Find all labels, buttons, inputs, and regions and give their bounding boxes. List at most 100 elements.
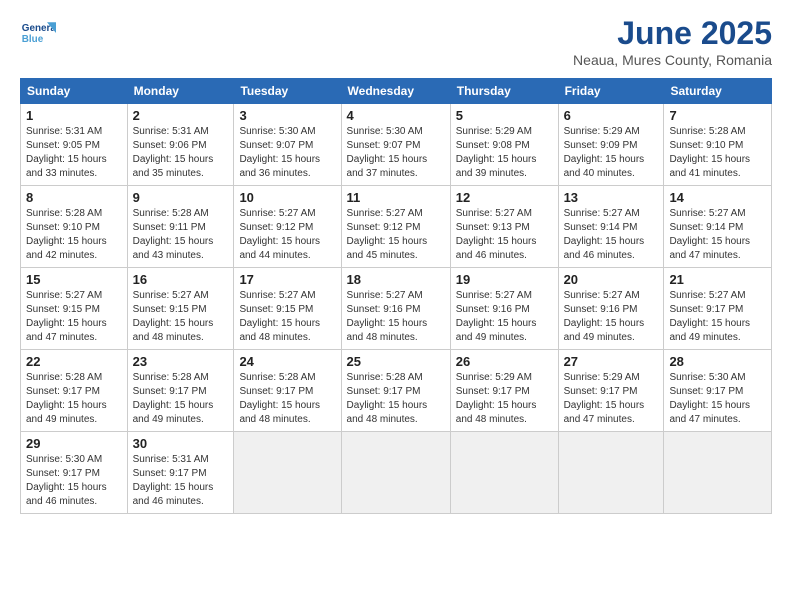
calendar-cell: 26 Sunrise: 5:29 AM Sunset: 9:17 PM Dayl…	[450, 350, 558, 432]
daylight-label: Daylight: 15 hours and 40 minutes.	[564, 154, 645, 179]
daylight-label: Daylight: 15 hours and 48 minutes.	[347, 318, 428, 343]
day-info: Sunrise: 5:28 AM Sunset: 9:10 PM Dayligh…	[26, 207, 122, 263]
day-info: Sunrise: 5:30 AM Sunset: 9:07 PM Dayligh…	[239, 125, 335, 181]
day-number: 12	[456, 190, 553, 205]
day-number: 20	[564, 272, 659, 287]
sunrise-label: Sunrise: 5:27 AM	[564, 290, 640, 301]
day-info: Sunrise: 5:30 AM Sunset: 9:17 PM Dayligh…	[669, 371, 766, 427]
day-number: 13	[564, 190, 659, 205]
sunrise-label: Sunrise: 5:27 AM	[239, 290, 315, 301]
calendar-cell: 13 Sunrise: 5:27 AM Sunset: 9:14 PM Dayl…	[558, 186, 664, 268]
day-number: 29	[26, 436, 122, 451]
calendar-cell: 18 Sunrise: 5:27 AM Sunset: 9:16 PM Dayl…	[341, 268, 450, 350]
sunset-label: Sunset: 9:13 PM	[456, 222, 530, 233]
daylight-label: Daylight: 15 hours and 35 minutes.	[133, 154, 214, 179]
sunrise-label: Sunrise: 5:27 AM	[347, 208, 423, 219]
day-number: 27	[564, 354, 659, 369]
day-number: 25	[347, 354, 445, 369]
title-block: June 2025 Neaua, Mures County, Romania	[573, 15, 772, 68]
calendar-cell: 5 Sunrise: 5:29 AM Sunset: 9:08 PM Dayli…	[450, 104, 558, 186]
daylight-label: Daylight: 15 hours and 46 minutes.	[564, 236, 645, 261]
calendar-cell	[450, 432, 558, 514]
calendar-cell: 15 Sunrise: 5:27 AM Sunset: 9:15 PM Dayl…	[21, 268, 128, 350]
page: General Blue June 2025 Neaua, Mures Coun…	[0, 0, 792, 612]
week-row-3: 15 Sunrise: 5:27 AM Sunset: 9:15 PM Dayl…	[21, 268, 772, 350]
sunrise-label: Sunrise: 5:29 AM	[564, 126, 640, 137]
daylight-label: Daylight: 15 hours and 44 minutes.	[239, 236, 320, 261]
calendar-cell: 3 Sunrise: 5:30 AM Sunset: 9:07 PM Dayli…	[234, 104, 341, 186]
day-number: 4	[347, 108, 445, 123]
calendar-cell: 17 Sunrise: 5:27 AM Sunset: 9:15 PM Dayl…	[234, 268, 341, 350]
sunrise-label: Sunrise: 5:27 AM	[133, 290, 209, 301]
sunset-label: Sunset: 9:17 PM	[133, 386, 207, 397]
calendar-cell: 10 Sunrise: 5:27 AM Sunset: 9:12 PM Dayl…	[234, 186, 341, 268]
day-number: 16	[133, 272, 229, 287]
day-info: Sunrise: 5:31 AM Sunset: 9:05 PM Dayligh…	[26, 125, 122, 181]
sunset-label: Sunset: 9:07 PM	[239, 140, 313, 151]
daylight-label: Daylight: 15 hours and 48 minutes.	[239, 400, 320, 425]
col-tuesday: Tuesday	[234, 79, 341, 104]
sunrise-label: Sunrise: 5:27 AM	[26, 290, 102, 301]
sunrise-label: Sunrise: 5:30 AM	[239, 126, 315, 137]
sunset-label: Sunset: 9:09 PM	[564, 140, 638, 151]
daylight-label: Daylight: 15 hours and 48 minutes.	[239, 318, 320, 343]
calendar-cell	[234, 432, 341, 514]
daylight-label: Daylight: 15 hours and 47 minutes.	[669, 236, 750, 261]
sunset-label: Sunset: 9:05 PM	[26, 140, 100, 151]
calendar-cell: 21 Sunrise: 5:27 AM Sunset: 9:17 PM Dayl…	[664, 268, 772, 350]
sunset-label: Sunset: 9:12 PM	[347, 222, 421, 233]
daylight-label: Daylight: 15 hours and 37 minutes.	[347, 154, 428, 179]
day-info: Sunrise: 5:28 AM Sunset: 9:17 PM Dayligh…	[26, 371, 122, 427]
daylight-label: Daylight: 15 hours and 41 minutes.	[669, 154, 750, 179]
sunset-label: Sunset: 9:17 PM	[669, 386, 743, 397]
week-row-1: 1 Sunrise: 5:31 AM Sunset: 9:05 PM Dayli…	[21, 104, 772, 186]
logo-icon: General Blue	[20, 15, 56, 51]
day-info: Sunrise: 5:28 AM Sunset: 9:11 PM Dayligh…	[133, 207, 229, 263]
day-info: Sunrise: 5:27 AM Sunset: 9:15 PM Dayligh…	[133, 289, 229, 345]
sunset-label: Sunset: 9:15 PM	[133, 304, 207, 315]
calendar-cell: 2 Sunrise: 5:31 AM Sunset: 9:06 PM Dayli…	[127, 104, 234, 186]
sunset-label: Sunset: 9:16 PM	[347, 304, 421, 315]
calendar-cell: 1 Sunrise: 5:31 AM Sunset: 9:05 PM Dayli…	[21, 104, 128, 186]
sunrise-label: Sunrise: 5:28 AM	[133, 372, 209, 383]
day-info: Sunrise: 5:28 AM Sunset: 9:10 PM Dayligh…	[669, 125, 766, 181]
calendar-cell: 16 Sunrise: 5:27 AM Sunset: 9:15 PM Dayl…	[127, 268, 234, 350]
day-info: Sunrise: 5:31 AM Sunset: 9:17 PM Dayligh…	[133, 453, 229, 509]
day-info: Sunrise: 5:28 AM Sunset: 9:17 PM Dayligh…	[347, 371, 445, 427]
calendar-cell	[341, 432, 450, 514]
day-number: 8	[26, 190, 122, 205]
day-number: 5	[456, 108, 553, 123]
day-info: Sunrise: 5:27 AM Sunset: 9:17 PM Dayligh…	[669, 289, 766, 345]
sunrise-label: Sunrise: 5:27 AM	[456, 208, 532, 219]
day-number: 14	[669, 190, 766, 205]
sunrise-label: Sunrise: 5:31 AM	[133, 126, 209, 137]
sunrise-label: Sunrise: 5:27 AM	[239, 208, 315, 219]
sunrise-label: Sunrise: 5:31 AM	[26, 126, 102, 137]
sunrise-label: Sunrise: 5:29 AM	[456, 126, 532, 137]
sunset-label: Sunset: 9:17 PM	[347, 386, 421, 397]
daylight-label: Daylight: 15 hours and 49 minutes.	[133, 400, 214, 425]
day-number: 9	[133, 190, 229, 205]
day-info: Sunrise: 5:29 AM Sunset: 9:17 PM Dayligh…	[564, 371, 659, 427]
daylight-label: Daylight: 15 hours and 39 minutes.	[456, 154, 537, 179]
sunrise-label: Sunrise: 5:29 AM	[564, 372, 640, 383]
day-info: Sunrise: 5:30 AM Sunset: 9:07 PM Dayligh…	[347, 125, 445, 181]
week-row-2: 8 Sunrise: 5:28 AM Sunset: 9:10 PM Dayli…	[21, 186, 772, 268]
sunrise-label: Sunrise: 5:28 AM	[26, 372, 102, 383]
col-friday: Friday	[558, 79, 664, 104]
day-number: 1	[26, 108, 122, 123]
sunrise-label: Sunrise: 5:29 AM	[456, 372, 532, 383]
svg-text:Blue: Blue	[22, 34, 44, 45]
daylight-label: Daylight: 15 hours and 33 minutes.	[26, 154, 107, 179]
daylight-label: Daylight: 15 hours and 49 minutes.	[26, 400, 107, 425]
day-number: 2	[133, 108, 229, 123]
sunset-label: Sunset: 9:16 PM	[564, 304, 638, 315]
sunset-label: Sunset: 9:16 PM	[456, 304, 530, 315]
sunset-label: Sunset: 9:12 PM	[239, 222, 313, 233]
day-number: 22	[26, 354, 122, 369]
day-number: 15	[26, 272, 122, 287]
day-number: 19	[456, 272, 553, 287]
week-row-4: 22 Sunrise: 5:28 AM Sunset: 9:17 PM Dayl…	[21, 350, 772, 432]
sunrise-label: Sunrise: 5:28 AM	[133, 208, 209, 219]
day-info: Sunrise: 5:28 AM Sunset: 9:17 PM Dayligh…	[239, 371, 335, 427]
